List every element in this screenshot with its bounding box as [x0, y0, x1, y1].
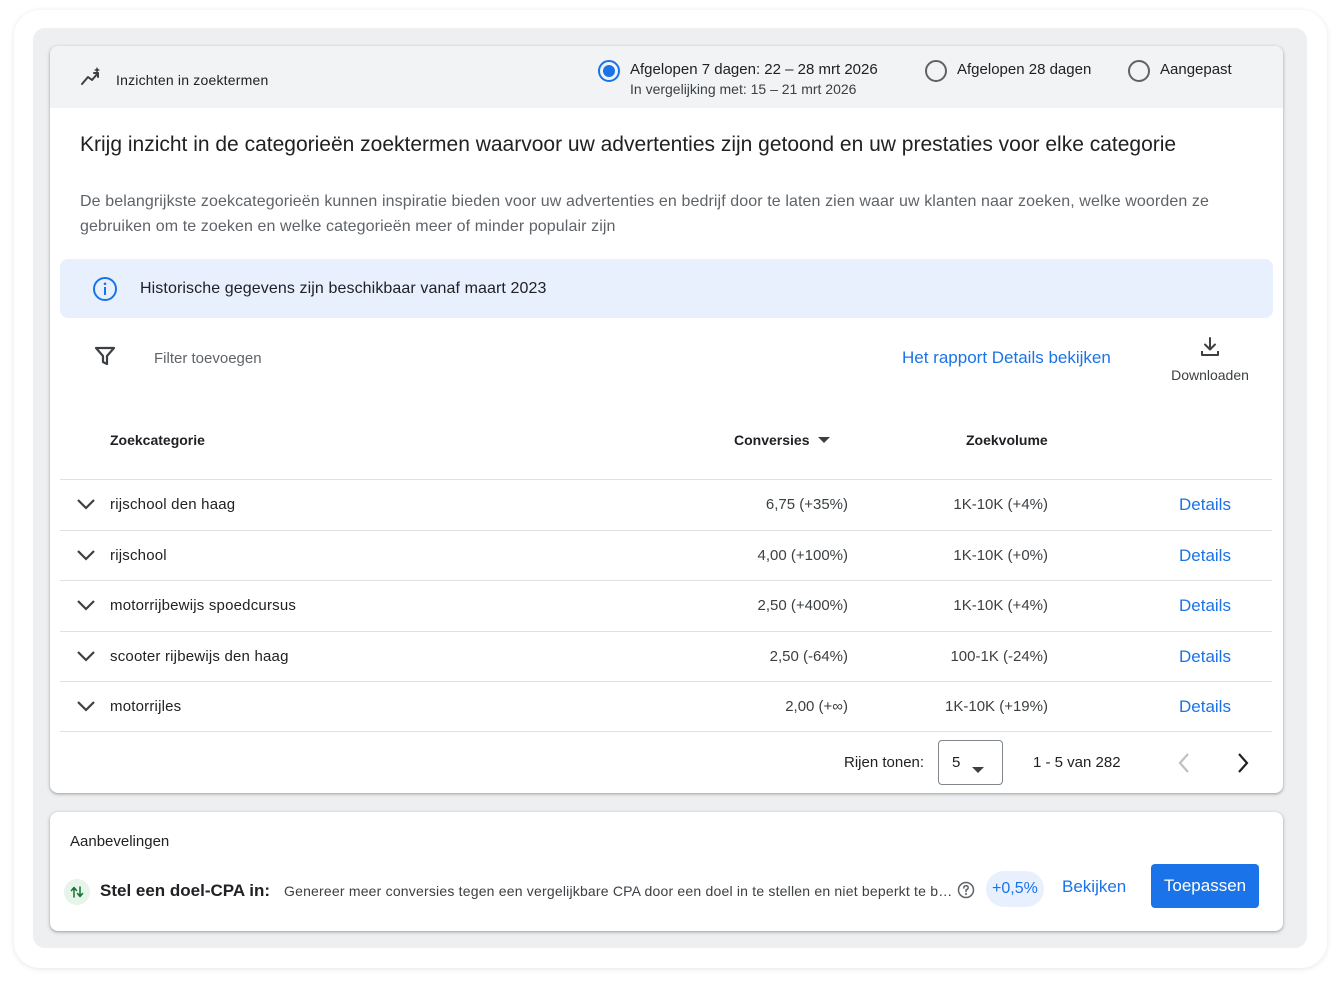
- rows-per-page-label: Rijen tonen:: [844, 754, 925, 771]
- recommendations-title: Aanbevelingen: [70, 833, 170, 850]
- impact-badge: +0,5%: [986, 871, 1044, 907]
- recommendation-name: Stel een doel-CPA in:: [100, 881, 271, 900]
- comparison-period-label: In vergelijking met: 15 – 21 mrt 2026: [630, 81, 857, 97]
- filter-icon[interactable]: [94, 345, 116, 372]
- card-title: Inzichten in zoektermen: [116, 71, 269, 88]
- chevron-right-icon[interactable]: [1233, 752, 1253, 779]
- intro-headline: Krijg inzicht in de categorieën zoekterm…: [80, 133, 1177, 156]
- view-details-report-link[interactable]: Het rapport Details bekijken: [902, 348, 1111, 368]
- rows-per-page-value: 5: [952, 754, 961, 771]
- chevron-down-icon[interactable]: [76, 598, 96, 617]
- row-category: scooter rijbewijs den haag: [110, 647, 289, 665]
- row-conversions: 2,50 (+400%): [757, 597, 848, 615]
- column-header-volume[interactable]: Zoekvolume: [966, 432, 1048, 448]
- column-header-conversions[interactable]: Conversies: [734, 432, 831, 448]
- rows-per-page-select[interactable]: 5: [938, 740, 1003, 785]
- download-label: Downloaden: [1171, 367, 1249, 383]
- radio-last-28-days[interactable]: Afgelopen 28 dagen: [925, 60, 1091, 82]
- radio-button[interactable]: [925, 60, 947, 82]
- intro-description: De belangrijkste zoekcategorieën kunnen …: [80, 193, 1209, 235]
- info-banner: Historische gegevens zijn beschikbaar va…: [60, 259, 1273, 318]
- row-category: rijschool: [110, 546, 167, 564]
- row-details-link[interactable]: Details: [1179, 546, 1231, 566]
- row-volume: 1K-10K (+0%): [953, 546, 1048, 564]
- chevron-down-icon[interactable]: [76, 699, 96, 718]
- info-icon: [92, 276, 118, 302]
- radio-last-7-days-label: Afgelopen 7 dagen: 22 – 28 mrt 2026: [630, 61, 878, 78]
- column-header-category[interactable]: Zoekcategorie: [110, 432, 205, 448]
- radio-last-7-days[interactable]: Afgelopen 7 dagen: 22 – 28 mrt 2026 In v…: [598, 60, 878, 98]
- table-body: rijschool den haag 6,75 (+35%) 1K-10K (+…: [60, 479, 1272, 732]
- table-row: scooter rijbewijs den haag 2,50 (-64%) 1…: [60, 630, 1272, 682]
- view-recommendation-button[interactable]: Bekijken: [1062, 877, 1126, 897]
- dropdown-caret-icon: [971, 761, 985, 779]
- row-conversions: 2,50 (-64%): [769, 647, 848, 665]
- column-header-conversions-label: Conversies: [734, 432, 810, 448]
- row-details-link[interactable]: Details: [1179, 697, 1231, 717]
- filter-toolbar: Filter toevoegen Het rapport Details bek…: [50, 334, 1283, 383]
- row-details-link[interactable]: Details: [1179, 495, 1231, 515]
- row-volume: 1K-10K (+4%): [953, 597, 1048, 615]
- row-details-link[interactable]: Details: [1179, 647, 1231, 667]
- help-icon[interactable]: [957, 881, 975, 904]
- radio-button[interactable]: [1128, 60, 1150, 82]
- table-row: motorrijbewijs spoedcursus 2,50 (+400%) …: [60, 580, 1272, 631]
- sort-descending-icon: [817, 432, 831, 448]
- info-banner-text: Historische gegevens zijn beschikbaar va…: [140, 279, 547, 297]
- chevron-down-icon[interactable]: [76, 497, 96, 516]
- filter-input[interactable]: Filter toevoegen: [154, 350, 262, 367]
- bid-strategy-icon: [64, 879, 90, 905]
- row-category: motorrijbewijs spoedcursus: [110, 597, 297, 615]
- chevron-down-icon[interactable]: [76, 649, 96, 668]
- row-volume: 1K-10K (+19%): [945, 698, 1048, 716]
- row-volume: 100-1K (-24%): [950, 647, 1048, 665]
- table-row: rijschool den haag 6,75 (+35%) 1K-10K (+…: [60, 479, 1272, 530]
- row-conversions: 6,75 (+35%): [765, 496, 848, 513]
- recommendation-description: Genereer meer conversies tegen een verge…: [284, 883, 954, 899]
- search-insights-card: Inzichten in zoektermen Afgelopen 7 dage…: [50, 46, 1283, 793]
- row-category: motorrijles: [110, 698, 182, 716]
- apply-recommendation-button[interactable]: Toepassen: [1151, 864, 1259, 908]
- row-volume: 1K-10K (+4%): [953, 496, 1048, 513]
- pagination: Rijen tonen: 5 1 - 5 van 282: [50, 740, 1283, 786]
- radio-custom[interactable]: Aangepast: [1128, 60, 1232, 82]
- row-conversions: 2,00 (+∞): [785, 698, 848, 716]
- card-header: Inzichten in zoektermen Afgelopen 7 dage…: [50, 46, 1283, 108]
- radio-custom-label: Aangepast: [1160, 61, 1232, 78]
- row-category: rijschool den haag: [110, 496, 236, 513]
- download-icon: [1199, 336, 1221, 363]
- download-button[interactable]: Downloaden: [1160, 336, 1260, 383]
- pagination-range: 1 - 5 van 282: [1033, 754, 1121, 771]
- chevron-down-icon[interactable]: [76, 548, 96, 567]
- recommendations-card: Aanbevelingen Stel een doel-CPA in: Gene…: [50, 812, 1283, 931]
- row-conversions: 4,00 (+100%): [757, 546, 848, 564]
- radio-last-28-days-label: Afgelopen 28 dagen: [957, 61, 1092, 78]
- trending-sparkle-icon: [80, 66, 102, 93]
- radio-button-selected[interactable]: [598, 60, 620, 82]
- chevron-left-icon[interactable]: [1175, 752, 1195, 779]
- row-details-link[interactable]: Details: [1179, 596, 1231, 616]
- table-row: rijschool 4,00 (+100%) 1K-10K (+0%) Deta…: [60, 529, 1272, 581]
- table-row: motorrijles 2,00 (+∞) 1K-10K (+19%) Deta…: [60, 681, 1272, 732]
- header-title: Inzichten in zoektermen: [80, 66, 268, 93]
